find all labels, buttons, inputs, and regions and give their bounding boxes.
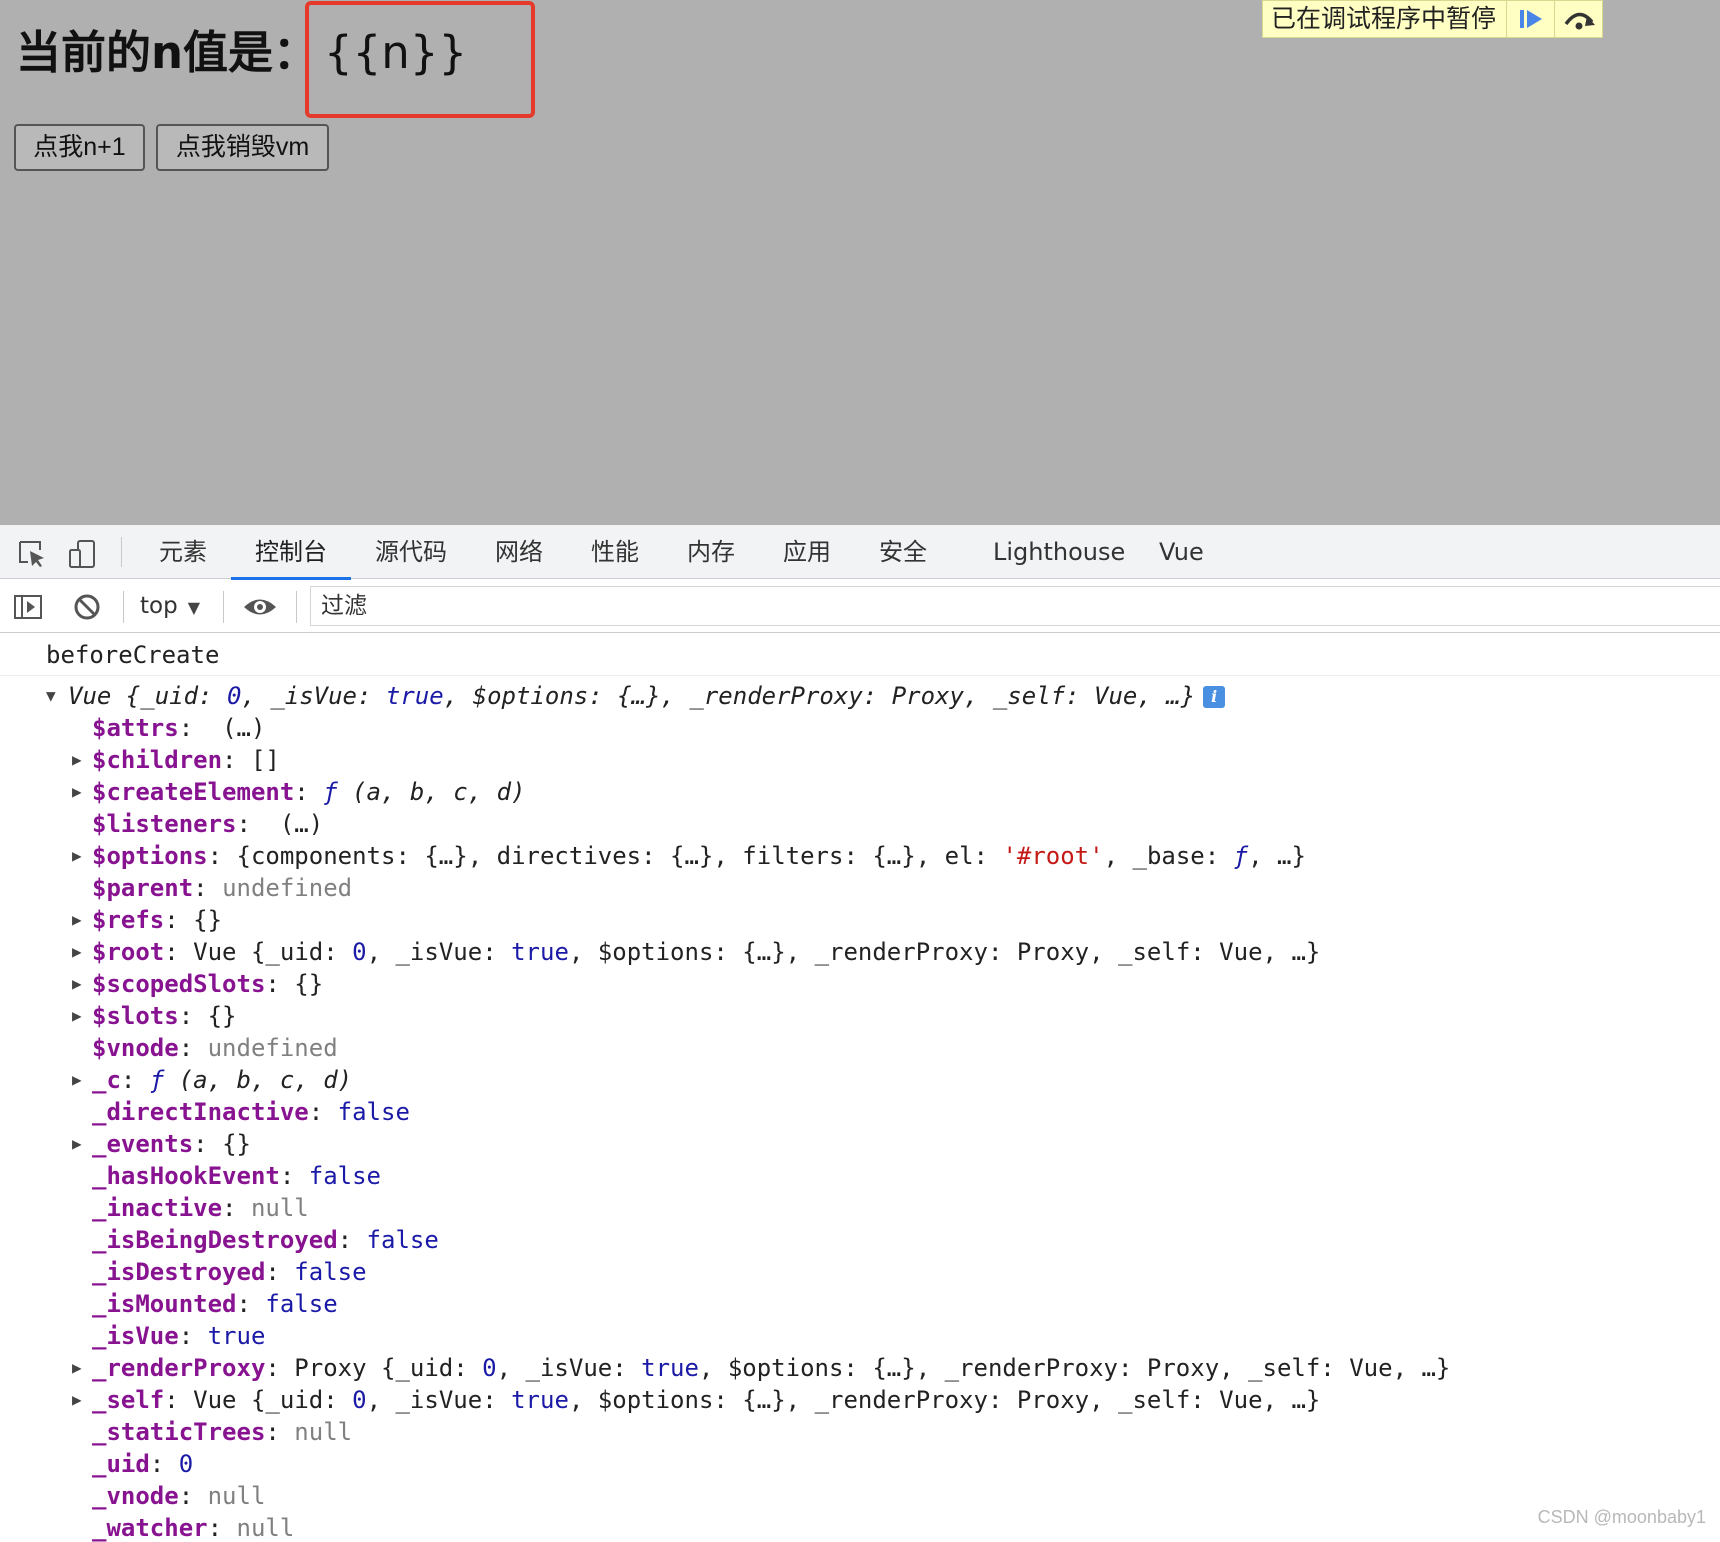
tab-sources[interactable]: 源代码 (371, 525, 451, 579)
heading-label: 当前的n值是： (16, 26, 319, 79)
property-row[interactable]: ▶ _c: ƒ (a, b, c, d) (0, 1064, 1720, 1096)
toolbar-separator (123, 591, 124, 623)
step-over-icon (1564, 12, 1595, 30)
tab-security[interactable]: 安全 (875, 525, 931, 579)
property-row[interactable]: ▶ _events: {} (0, 1128, 1720, 1160)
resume-icon (1519, 10, 1542, 28)
property-row: _uid: 0 (92, 1450, 194, 1478)
expand-triangle-icon: ▶ (72, 1358, 82, 1377)
resume-button[interactable] (1506, 1, 1554, 37)
watermark: CSDN @moonbaby1 (1537, 1507, 1706, 1527)
expand-triangle-icon: ▶ (72, 846, 82, 865)
toolbar-separator (121, 537, 122, 567)
console-filter-input[interactable] (310, 586, 1720, 626)
tab-vue[interactable]: Vue (1155, 525, 1208, 579)
destroy-vm-button[interactable]: 点我销毁vm (156, 124, 329, 171)
page-viewport: 当前的n值是： {{n}} 点我n+1 点我销毁vm 已在调试程序中暂停 (0, 0, 1720, 525)
expanded-triangle-icon: ▼ (46, 686, 56, 705)
expand-triangle-icon: ▶ (72, 974, 82, 993)
console-output: beforeCreate ▼ Vue {_uid: 0, _isVue: true… (0, 634, 1720, 1542)
expand-triangle-icon: ▶ (72, 942, 82, 961)
property-row: _hasHookEvent: false (92, 1162, 381, 1190)
property-row: _inactive: null (92, 1194, 309, 1222)
property-row: _isBeingDestroyed: false (92, 1226, 439, 1254)
expand-triangle-icon: ▶ (72, 750, 82, 769)
tab-elements[interactable]: 元素 (155, 525, 211, 579)
property-row[interactable]: ▶ _renderProxy: Proxy {_uid: 0, _isVue: t… (0, 1352, 1720, 1384)
property-row: _staticTrees: null (92, 1418, 353, 1446)
tab-lighthouse[interactable]: Lighthouse (989, 525, 1129, 579)
tab-network[interactable]: 网络 (491, 525, 547, 579)
property-row: $listeners: (…) (92, 810, 324, 838)
context-selector-value: top (140, 593, 178, 619)
property-row[interactable]: ▶ $refs: {} (0, 904, 1720, 936)
property-row[interactable]: ▶ $createElement: ƒ (a, b, c, d) (0, 776, 1720, 808)
context-selector[interactable]: top ▼ (140, 580, 200, 633)
console-message: beforeCreate (0, 634, 1720, 676)
highlight-box (305, 1, 535, 118)
property-row: _directInactive: false (92, 1098, 410, 1126)
expand-triangle-icon: ▶ (72, 1390, 82, 1409)
live-expression-eye-icon[interactable] (242, 592, 278, 622)
property-row: _isDestroyed: false (92, 1258, 367, 1286)
step-over-button[interactable] (1554, 1, 1602, 37)
toolbar-separator (296, 591, 297, 623)
property-row[interactable]: ▶ $scopedSlots: {} (0, 968, 1720, 1000)
property-row: _isMounted: false (92, 1290, 338, 1318)
property-row: _vnode: null (92, 1482, 266, 1510)
sidebar-toggle-icon[interactable] (13, 592, 43, 622)
devtools-tab-bar: 元素 控制台 源代码 网络 性能 内存 应用 安全 Lighthouse Vue (0, 525, 1720, 580)
expand-triangle-icon: ▶ (72, 1006, 82, 1025)
console-toolbar: top ▼ (0, 580, 1720, 633)
property-row: $vnode: undefined (92, 1034, 338, 1062)
property-row: $attrs: (…) (92, 714, 266, 742)
info-icon[interactable]: i (1203, 686, 1226, 708)
expand-triangle-icon: ▶ (72, 1070, 82, 1089)
property-row[interactable]: ▶ $slots: {} (0, 1000, 1720, 1032)
tab-application[interactable]: 应用 (779, 525, 835, 579)
dropdown-arrow-icon: ▼ (187, 598, 201, 617)
expand-triangle-icon: ▶ (72, 1134, 82, 1153)
debugger-paused-overlay: 已在调试程序中暂停 (1262, 0, 1604, 38)
tab-performance[interactable]: 性能 (587, 525, 643, 579)
property-row[interactable]: ▶ _self: Vue {_uid: 0, _isVue: true, $opt… (0, 1384, 1720, 1416)
property-row: $parent: undefined (92, 874, 353, 902)
property-row: _isVue: true (92, 1322, 266, 1350)
inspect-element-icon[interactable] (17, 539, 47, 569)
property-row[interactable]: ▶ $children: [] (0, 744, 1720, 776)
clear-console-icon[interactable] (72, 592, 102, 622)
property-row[interactable]: ▶ $root: Vue {_uid: 0, _isVue: true, $opt… (0, 936, 1720, 968)
increment-button[interactable]: 点我n+1 (14, 124, 145, 171)
logged-object: ▼ Vue {_uid: 0, _isVue: true, $options: {… (0, 680, 1720, 1542)
object-header-row[interactable]: ▼ Vue {_uid: 0, _isVue: true, $options: {… (0, 680, 1720, 712)
property-row[interactable]: ▶ $options: {components: {…}, directives:… (0, 840, 1720, 872)
toolbar-separator (223, 591, 224, 623)
expand-triangle-icon: ▶ (72, 910, 82, 929)
tab-console[interactable]: 控制台 (231, 525, 351, 580)
expand-triangle-icon: ▶ (72, 782, 82, 801)
device-toolbar-icon[interactable] (68, 539, 98, 569)
property-row: _watcher: null (92, 1514, 295, 1542)
tab-memory[interactable]: 内存 (683, 525, 739, 579)
paused-label: 已在调试程序中暂停 (1271, 4, 1497, 33)
